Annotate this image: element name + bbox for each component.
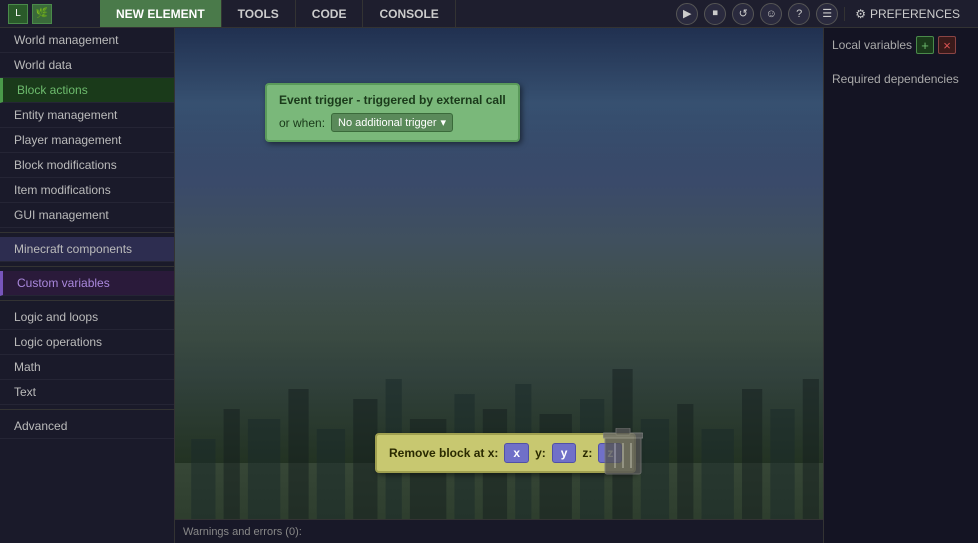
sidebar-item-gui-management[interactable]: GUI management	[0, 203, 174, 228]
sidebar-separator-1	[0, 232, 174, 233]
sidebar-item-logic-and-loops[interactable]: Logic and loops	[0, 305, 174, 330]
sidebar-item-entity-management[interactable]: Entity management	[0, 103, 174, 128]
add-local-variable-button[interactable]: +	[916, 36, 934, 54]
sidebar-item-world-management[interactable]: World management	[0, 28, 174, 53]
sidebar-item-minecraft-components[interactable]: Minecraft components	[0, 237, 174, 262]
logo-area: L 🌿	[0, 4, 100, 24]
event-trigger-row: or when: No additional trigger ▾	[279, 113, 506, 132]
content-area: Event trigger - triggered by external ca…	[175, 28, 823, 543]
trash-icon-area[interactable]	[598, 423, 648, 483]
trigger-dropdown-text: No additional trigger	[338, 117, 436, 129]
sidebar-item-text[interactable]: Text	[0, 380, 174, 405]
event-trigger-block[interactable]: Event trigger - triggered by external ca…	[265, 83, 520, 142]
nav-icons: ▶ ⏹ ↺ ☺ ? ☰ ⚙ PREFERENCES	[676, 3, 978, 25]
sidebar-separator-4	[0, 409, 174, 410]
sidebar-separator-3	[0, 300, 174, 301]
help-icon[interactable]: ?	[788, 3, 810, 25]
warnings-bar: Warnings and errors (0):	[175, 519, 823, 543]
x-coord-pill[interactable]: x	[504, 443, 529, 463]
logo-icon: L	[8, 4, 28, 24]
preferences-label: PREFERENCES	[870, 7, 960, 21]
local-variables-header: Local variables + ×	[832, 36, 970, 54]
tab-tools[interactable]: TOOLS	[222, 0, 296, 27]
sidebar: World management World data Block action…	[0, 28, 175, 543]
menu-icon[interactable]: ☰	[816, 3, 838, 25]
z-label: z:	[582, 446, 592, 460]
required-dependencies-section: Required dependencies	[832, 72, 970, 92]
logo-icon-2: 🌿	[32, 4, 52, 24]
required-dependencies-header: Required dependencies	[832, 72, 970, 86]
chevron-down-icon: ▾	[440, 116, 446, 129]
event-trigger-title: Event trigger - triggered by external ca…	[279, 93, 506, 107]
sidebar-item-block-actions[interactable]: Block actions	[0, 78, 174, 103]
remove-local-variable-button[interactable]: ×	[938, 36, 956, 54]
warnings-text: Warnings and errors (0):	[183, 526, 302, 538]
city-skyline	[175, 319, 823, 519]
nav-tabs: NEW ELEMENT TOOLS CODE CONSOLE	[100, 0, 456, 27]
refresh-icon[interactable]: ↺	[732, 3, 754, 25]
y-label: y:	[535, 446, 546, 460]
trigger-dropdown[interactable]: No additional trigger ▾	[331, 113, 453, 132]
topbar: L 🌿 NEW ELEMENT TOOLS CODE CONSOLE ▶ ⏹ ↺…	[0, 0, 978, 28]
local-variables-label: Local variables	[832, 38, 912, 52]
tab-new-element[interactable]: NEW ELEMENT	[100, 0, 222, 27]
sidebar-item-logic-operations[interactable]: Logic operations	[0, 330, 174, 355]
local-variables-section: Local variables + ×	[832, 36, 970, 60]
sidebar-item-custom-variables[interactable]: Custom variables	[0, 271, 174, 296]
main-layout: World management World data Block action…	[0, 28, 978, 543]
trash-icon	[603, 428, 643, 478]
user-icon[interactable]: ☺	[760, 3, 782, 25]
or-when-label: or when:	[279, 116, 325, 130]
stop-icon[interactable]: ⏹	[704, 3, 726, 25]
sidebar-item-item-modifications[interactable]: Item modifications	[0, 178, 174, 203]
sidebar-separator-2	[0, 266, 174, 267]
tab-console[interactable]: CONSOLE	[363, 0, 455, 27]
preferences-button[interactable]: ⚙ PREFERENCES	[844, 7, 970, 21]
sidebar-item-player-management[interactable]: Player management	[0, 128, 174, 153]
gear-icon: ⚙	[855, 7, 866, 21]
tab-code[interactable]: CODE	[296, 0, 364, 27]
y-coord-pill[interactable]: y	[552, 443, 577, 463]
sidebar-item-world-data[interactable]: World data	[0, 53, 174, 78]
sidebar-item-block-modifications[interactable]: Block modifications	[0, 153, 174, 178]
remove-block-label: Remove block at x:	[389, 446, 498, 460]
right-panel: Local variables + × Required dependencie…	[823, 28, 978, 543]
play-icon[interactable]: ▶	[676, 3, 698, 25]
required-dependencies-label: Required dependencies	[832, 72, 959, 86]
sidebar-item-advanced[interactable]: Advanced	[0, 414, 174, 439]
sidebar-item-math[interactable]: Math	[0, 355, 174, 380]
